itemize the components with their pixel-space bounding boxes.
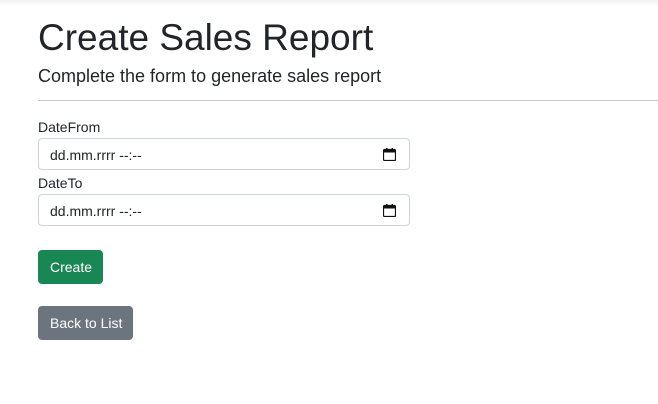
page-title: Create Sales Report (38, 17, 374, 58)
calendar-icon[interactable] (382, 204, 397, 218)
date-to-input[interactable]: dd.mm.rrrr --:-- (38, 194, 410, 226)
date-to-label: DateTo (38, 175, 83, 191)
create-button[interactable]: Create (38, 250, 103, 284)
date-from-input[interactable]: dd.mm.rrrr --:-- (38, 138, 410, 170)
page-subtitle: Complete the form to generate sales repo… (38, 66, 382, 86)
back-to-list-button[interactable]: Back to List (38, 306, 133, 340)
date-from-value: dd.mm.rrrr --:-- (50, 147, 142, 163)
top-bar (0, 0, 658, 6)
calendar-icon[interactable] (382, 148, 397, 162)
date-to-value: dd.mm.rrrr --:-- (50, 203, 142, 219)
date-from-label: DateFrom (38, 119, 101, 135)
divider (38, 100, 658, 101)
